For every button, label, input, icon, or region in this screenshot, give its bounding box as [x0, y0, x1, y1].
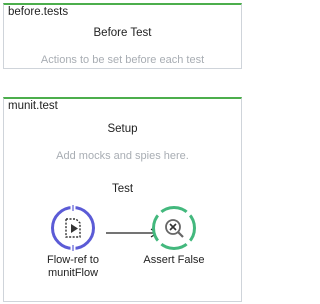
flow-ref-label-line1: Flow-ref to: [47, 254, 99, 266]
section-label-setup: Setup: [107, 123, 138, 135]
section-label-test: Test: [111, 183, 134, 195]
munit-test-panel[interactable]: munit.test Setup Add mocks and spies her…: [3, 97, 242, 302]
before-tests-panel[interactable]: before.tests Before Test Actions to be s…: [3, 3, 242, 69]
flow-ref-label-line2: munitFlow: [47, 267, 99, 279]
section-label-before-test: Before Test: [93, 27, 152, 39]
assert-false-node[interactable]: Assert False: [134, 205, 214, 267]
assert-false-label: Assert False: [143, 254, 205, 266]
panel-title: before.tests: [8, 6, 69, 18]
assert-false-icon: [134, 205, 214, 251]
panel-title: munit.test: [8, 100, 58, 112]
flow-ref-node[interactable]: Flow-ref to munitFlow: [33, 205, 113, 280]
flow-ref-icon: [33, 205, 113, 251]
drop-zone-hint[interactable]: Actions to be set before each test: [4, 54, 241, 66]
setup-drop-zone-hint[interactable]: Add mocks and spies here.: [4, 150, 241, 162]
